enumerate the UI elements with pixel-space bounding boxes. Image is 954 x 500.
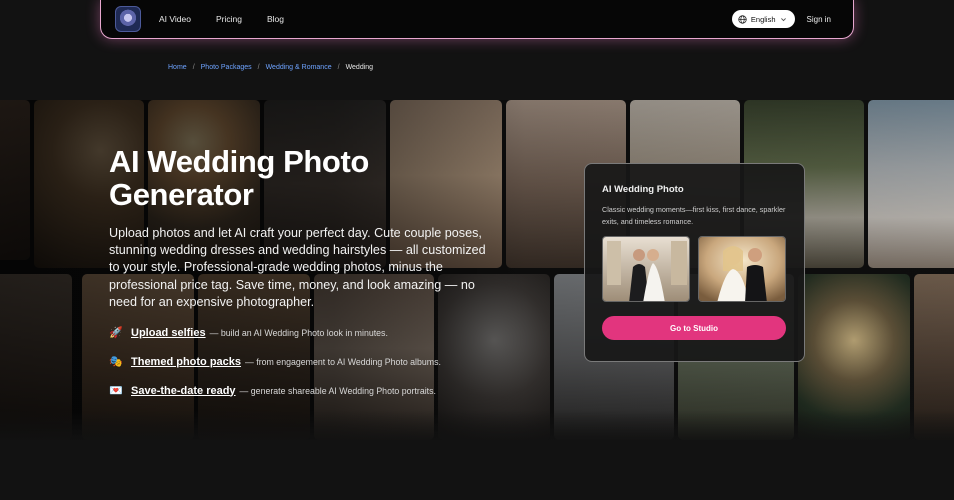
globe-icon: [738, 14, 747, 24]
card-image-row: [602, 236, 787, 302]
feature-text: — build an AI Wedding Photo look in minu…: [209, 327, 388, 338]
hero-description: Upload photos and let AI craft your perf…: [109, 226, 486, 309]
breadcrumb-photo-packages[interactable]: Photo Packages: [201, 64, 252, 71]
feature-link[interactable]: Upload selfies: [131, 327, 206, 339]
nav-link-pricing[interactable]: Pricing: [216, 14, 242, 24]
breadcrumb-wedding-romance[interactable]: Wedding & Romance: [266, 64, 332, 71]
breadcrumb-separator: /: [257, 64, 260, 71]
breadcrumb-current: Wedding: [345, 64, 374, 71]
feature-text: — generate shareable AI Wedding Photo po…: [239, 385, 436, 396]
studio-card: AI Wedding Photo Classic wedding moments…: [584, 163, 805, 362]
language-label: English: [750, 14, 776, 24]
page-title: AI Wedding Photo Generator: [109, 144, 369, 212]
card-title: AI Wedding Photo: [602, 184, 684, 195]
app-logo[interactable]: [115, 6, 141, 32]
nav-link-ai-video[interactable]: AI Video: [159, 14, 191, 24]
card-description: Classic wedding moments—first kiss, firs…: [602, 205, 786, 226]
go-to-studio-button[interactable]: Go to Studio: [602, 316, 786, 340]
feature-themed-packs: 🎭 Themed photo packs — from engagement t…: [109, 355, 441, 369]
feature-link[interactable]: Save-the-date ready: [131, 385, 236, 397]
breadcrumb-separator: /: [337, 64, 340, 71]
nav-link-blog[interactable]: Blog: [267, 14, 284, 24]
breadcrumb: Home / Photo Packages / Wedding & Romanc…: [168, 64, 373, 71]
rocket-icon: 🚀: [109, 327, 123, 339]
sample-photo-kiss: [602, 236, 690, 302]
feature-text: — from engagement to AI Wedding Photo al…: [245, 356, 441, 367]
sign-in-link[interactable]: Sign in: [807, 15, 831, 24]
breadcrumb-home[interactable]: Home: [168, 64, 187, 71]
hero-fade: [0, 410, 954, 440]
language-selector[interactable]: English: [731, 10, 795, 28]
breadcrumb-separator: /: [192, 64, 195, 71]
feature-link[interactable]: Themed photo packs: [131, 356, 241, 368]
masks-icon: 🎭: [109, 356, 123, 368]
heart-letter-icon: 💌: [109, 385, 123, 397]
chevron-down-icon: [780, 17, 786, 21]
sample-photo-couple: [698, 236, 786, 302]
top-navbar: AI Video Pricing Blog English Sign in: [100, 0, 854, 39]
feature-upload-selfies: 🚀 Upload selfies — build an AI Wedding P…: [109, 326, 388, 340]
feature-save-the-date: 💌 Save-the-date ready — generate shareab…: [109, 384, 436, 398]
